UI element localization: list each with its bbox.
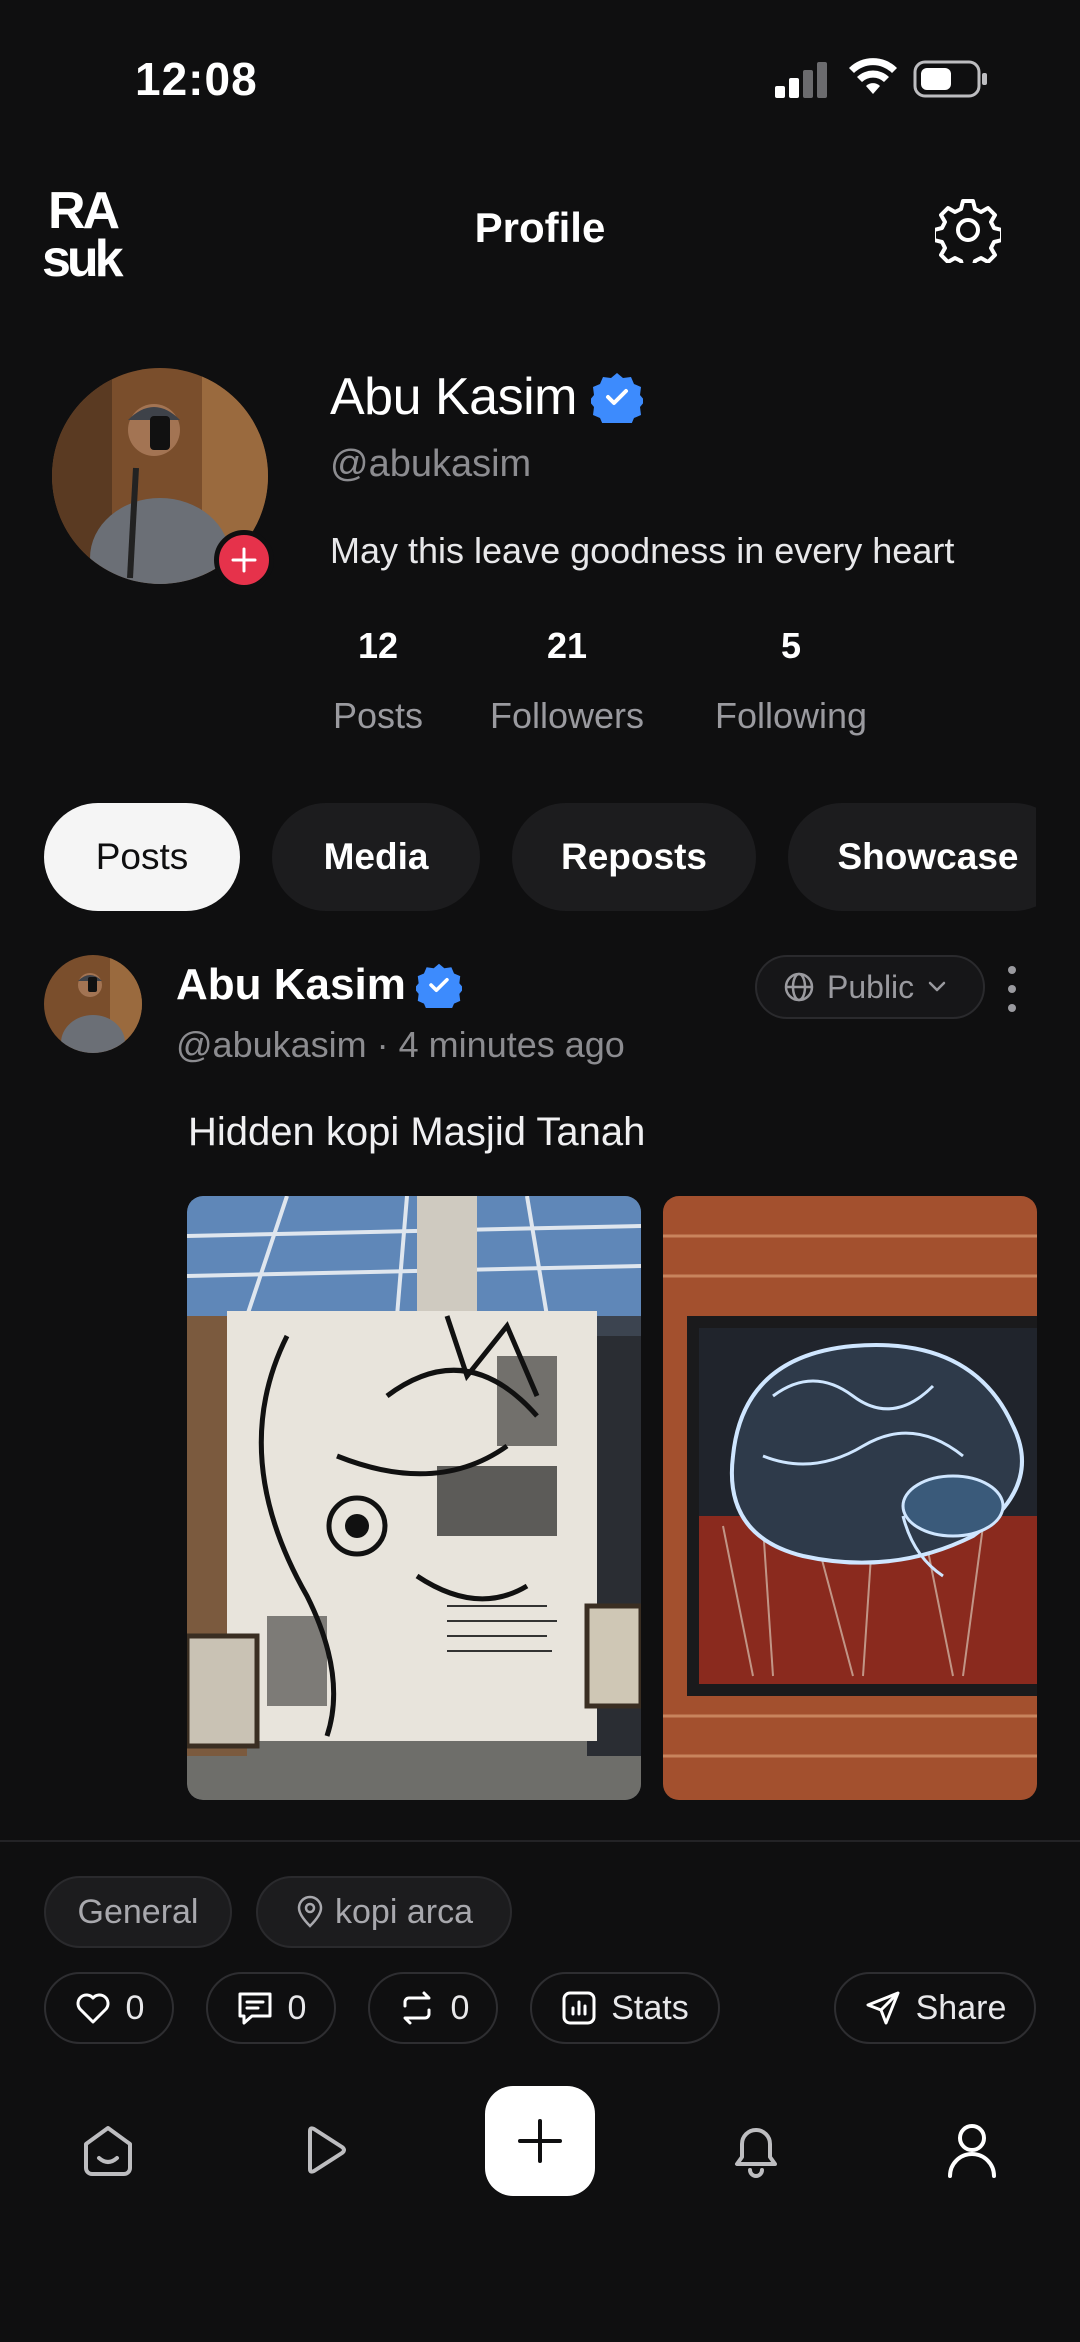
stats-label: Stats (611, 1988, 689, 2027)
heart-icon (76, 1993, 110, 2024)
plus-icon (518, 2119, 562, 2163)
post-author-handle: @abukasim (176, 1024, 367, 1065)
status-time: 12:08 (135, 53, 258, 105)
stat-label: Posts (332, 695, 424, 736)
tab-media[interactable]: Media (272, 803, 480, 911)
share-label: Share (915, 1988, 1007, 2027)
like-count: 0 (125, 1988, 145, 2027)
battery-icon (913, 60, 987, 98)
repost-icon (403, 1991, 431, 2025)
stat-following[interactable]: 5 Following (706, 625, 876, 737)
profile-name: Abu Kasim (330, 368, 577, 426)
nav-home[interactable] (70, 2112, 146, 2188)
verified-badge-icon (415, 963, 462, 1008)
location-pin-icon (297, 1895, 323, 1928)
section-divider (0, 1840, 1080, 1842)
tab-showcase[interactable]: Showcase (788, 803, 1036, 911)
comment-count: 0 (287, 1988, 307, 2027)
post-image[interactable] (663, 1196, 1037, 1800)
play-icon (308, 2126, 346, 2174)
stat-value: 5 (780, 625, 802, 666)
location-chip[interactable]: kopi arca (256, 1876, 512, 1948)
comment-icon (238, 1992, 272, 2025)
plus-icon (231, 547, 257, 573)
add-story-button[interactable] (214, 530, 274, 590)
post-author-name[interactable]: Abu Kasim (176, 960, 406, 1010)
chevron-down-icon (928, 981, 946, 992)
comment-button[interactable]: 0 (206, 1972, 336, 2044)
meta-separator: · (376, 1024, 389, 1065)
stat-value: 21 (546, 625, 588, 666)
nav-video[interactable] (286, 2112, 362, 2188)
bell-icon (735, 2128, 777, 2178)
location-label: kopi arca (335, 1892, 473, 1931)
stat-label: Followers (489, 695, 645, 736)
bar-chart-icon (562, 1991, 596, 2025)
post-author-avatar[interactable] (44, 955, 142, 1053)
post-author-row: Abu Kasim (176, 955, 462, 1015)
gear-icon[interactable] (935, 197, 1001, 263)
user-icon (948, 2124, 996, 2178)
tab-reposts[interactable]: Reposts (512, 803, 756, 911)
bottom-navigation (0, 2070, 1080, 2220)
globe-icon (784, 972, 814, 1002)
post-image[interactable] (187, 1196, 641, 1800)
home-icon (84, 2126, 132, 2176)
category-chip[interactable]: General (44, 1876, 232, 1948)
page-title: Profile (474, 204, 606, 251)
stat-value: 12 (357, 625, 399, 666)
profile-tabs: Posts Media Reposts Showcase (44, 803, 1036, 911)
send-icon (866, 1991, 900, 2025)
share-button[interactable]: Share (834, 1972, 1036, 2044)
like-button[interactable]: 0 (44, 1972, 174, 2044)
nav-notifications[interactable] (718, 2112, 794, 2188)
post-timestamp: 4 minutes ago (398, 1024, 625, 1065)
post-meta: @abukasim · 4 minutes ago (176, 1024, 625, 1066)
wifi-icon (849, 58, 897, 94)
stat-label: Following (714, 695, 868, 736)
profile-name-row: Abu Kasim (330, 362, 643, 432)
tab-posts[interactable]: Posts (44, 803, 240, 911)
post-text: Hidden kopi Masjid Tanah (188, 1110, 646, 1154)
stat-posts[interactable]: 12 Posts (330, 625, 426, 737)
status-bar: 12:08 (0, 0, 1080, 150)
create-post-button[interactable] (485, 2086, 595, 2196)
visibility-dropdown[interactable]: Public (755, 955, 985, 1019)
visibility-label: Public (827, 968, 915, 1005)
category-label: General (77, 1892, 199, 1931)
profile-handle: @abukasim (330, 443, 532, 485)
top-header: RA suk Profile (0, 170, 1080, 290)
repost-button[interactable]: 0 (368, 1972, 498, 2044)
profile-bio: May this leave goodness in every heart (330, 530, 955, 571)
more-options-icon[interactable] (1000, 962, 1024, 1016)
repost-count: 0 (450, 1988, 470, 2027)
stats-button[interactable]: Stats (530, 1972, 720, 2044)
nav-profile[interactable] (934, 2112, 1010, 2188)
post-media-carousel[interactable] (187, 1196, 1037, 1800)
cellular-signal-icon (775, 62, 827, 98)
verified-badge-icon (590, 373, 643, 423)
stat-followers[interactable]: 21 Followers (482, 625, 652, 737)
